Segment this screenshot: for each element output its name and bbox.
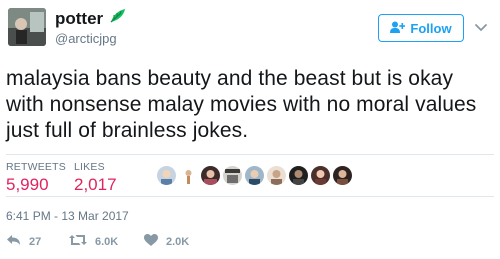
divider (6, 154, 494, 155)
likes-label: LIKES (74, 161, 105, 173)
like-count: 2.0K (166, 235, 190, 248)
display-name[interactable]: potter (55, 9, 103, 29)
liker-avatar[interactable] (289, 166, 308, 185)
tweet-timestamp[interactable]: 6:41 PM - 13 Mar 2017 (6, 209, 129, 223)
retweets-label: RETWEETS (6, 161, 66, 173)
liker-avatars (157, 166, 352, 185)
leaf-emoji-icon (109, 8, 127, 29)
liker-avatar[interactable] (157, 166, 176, 185)
liker-avatar[interactable] (311, 166, 330, 185)
heart-icon (144, 234, 158, 249)
retweets-stat[interactable]: RETWEETS 5,990 (6, 161, 66, 195)
retweet-count: 6.0K (95, 235, 119, 248)
reply-button[interactable]: 27 (6, 234, 69, 249)
chevron-down-icon[interactable] (474, 20, 488, 34)
user-header: potter @arcticjpg (55, 8, 127, 47)
liker-avatar[interactable] (267, 166, 286, 185)
follow-button[interactable]: Follow (378, 14, 464, 42)
liker-avatar[interactable] (179, 166, 198, 185)
retweets-value: 5,990 (6, 175, 49, 194)
tweet-text: malaysia bans beauty and the beast but i… (6, 67, 477, 142)
avatar[interactable] (8, 8, 46, 46)
liker-avatar[interactable] (333, 166, 352, 185)
user-handle[interactable]: @arcticjpg (55, 31, 127, 47)
person-add-icon (390, 21, 406, 36)
divider (6, 196, 494, 197)
likes-stat[interactable]: LIKES 2,017 (74, 161, 117, 195)
liker-avatar[interactable] (245, 166, 264, 185)
reply-count: 27 (29, 235, 42, 248)
likes-value: 2,017 (74, 175, 117, 194)
avatar-image (8, 8, 46, 46)
follow-button-label: Follow (410, 20, 452, 36)
action-bar: 27 6.0K 2.0K (6, 234, 189, 249)
retweet-icon (69, 234, 87, 249)
like-button[interactable]: 2.0K (144, 234, 189, 249)
retweet-button[interactable]: 6.0K (69, 234, 144, 249)
liker-avatar[interactable] (201, 166, 220, 185)
liker-avatar[interactable] (223, 166, 242, 185)
reply-icon (6, 234, 21, 249)
